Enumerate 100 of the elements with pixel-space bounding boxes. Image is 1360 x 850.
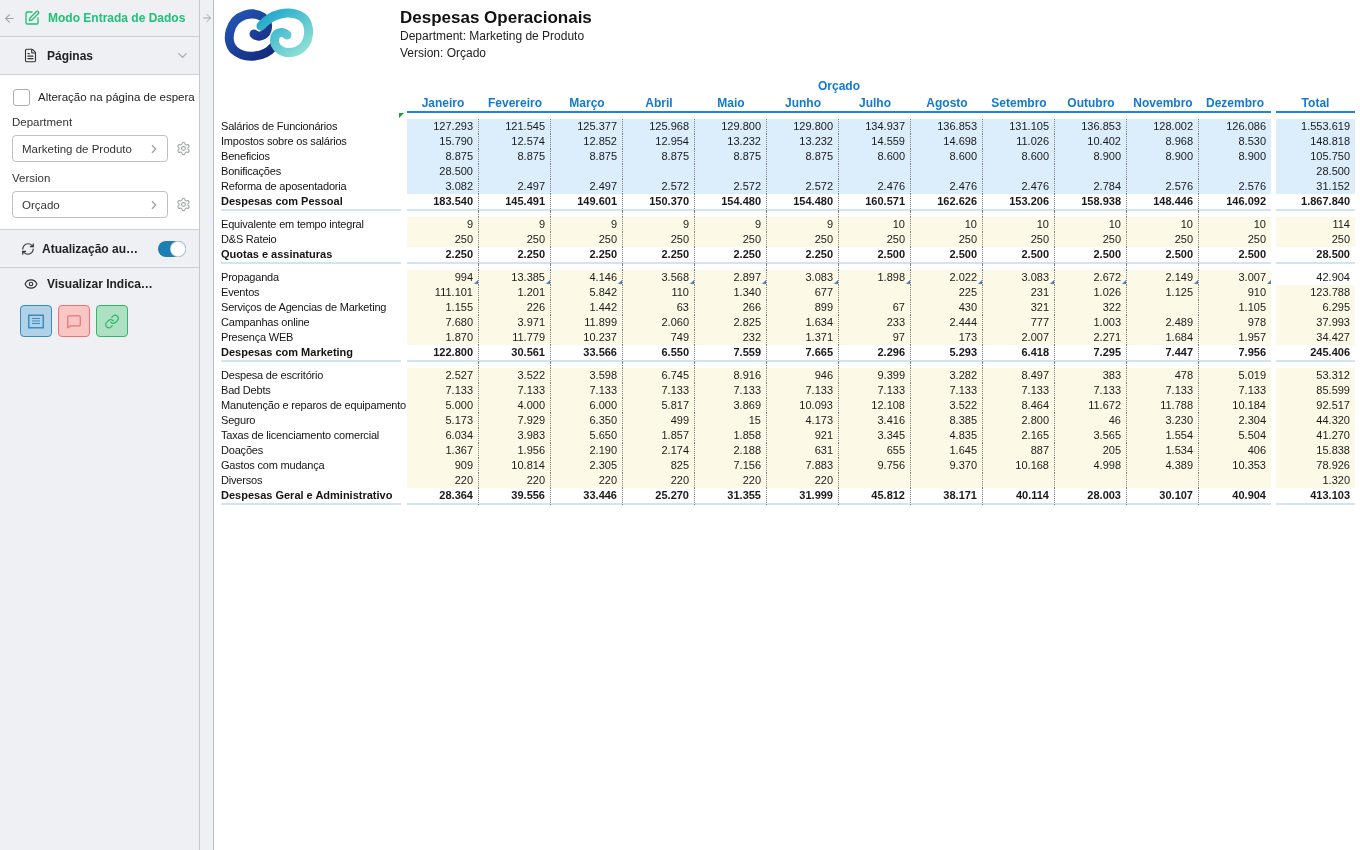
table-cell[interactable]: 9.399: [839, 368, 911, 383]
table-cell[interactable]: 4.389: [1127, 458, 1199, 473]
table-cell[interactable]: 887: [983, 443, 1055, 458]
table-cell[interactable]: 173: [911, 330, 983, 345]
table-cell[interactable]: 10: [983, 217, 1055, 232]
table-cell[interactable]: 3.007: [1199, 270, 1271, 285]
table-cell[interactable]: 129.800: [695, 119, 767, 134]
table-cell[interactable]: 9: [407, 217, 479, 232]
settings-icon[interactable]: [176, 141, 191, 156]
checkbox[interactable]: [13, 88, 30, 106]
table-cell[interactable]: 10.237: [551, 330, 623, 345]
table-cell[interactable]: 2.825: [695, 315, 767, 330]
table-cell[interactable]: 266: [695, 300, 767, 315]
table-cell[interactable]: 110: [623, 285, 695, 300]
table-cell[interactable]: 994: [407, 270, 479, 285]
table-cell[interactable]: 2.007: [983, 330, 1055, 345]
table-cell[interactable]: 2.304: [1199, 413, 1271, 428]
table-cell[interactable]: 125.377: [551, 119, 623, 134]
table-cell[interactable]: 1.125: [1127, 285, 1199, 300]
table-cell[interactable]: 250: [479, 232, 551, 247]
table-cell[interactable]: 3.416: [839, 413, 911, 428]
table-cell[interactable]: 2.572: [695, 179, 767, 194]
table-cell[interactable]: 1.858: [695, 428, 767, 443]
table-cell[interactable]: 10.814: [479, 458, 551, 473]
table-cell[interactable]: 131.105: [983, 119, 1055, 134]
table-cell[interactable]: 1.870: [407, 330, 479, 345]
table-cell[interactable]: 13.232: [767, 134, 839, 149]
table-cell[interactable]: 2.572: [623, 179, 695, 194]
table-cell[interactable]: 1.645: [911, 443, 983, 458]
table-cell[interactable]: 10: [1199, 217, 1271, 232]
table-cell[interactable]: 250: [767, 232, 839, 247]
table-cell[interactable]: 2.188: [695, 443, 767, 458]
table-cell[interactable]: 250: [911, 232, 983, 247]
table-cell[interactable]: 8.900: [1127, 149, 1199, 164]
table-cell[interactable]: 7.680: [407, 315, 479, 330]
table-cell[interactable]: 7.929: [479, 413, 551, 428]
table-cell[interactable]: 430: [911, 300, 983, 315]
table-cell[interactable]: 2.572: [767, 179, 839, 194]
table-cell[interactable]: 899: [767, 300, 839, 315]
table-cell[interactable]: 11.026: [983, 134, 1055, 149]
table-cell[interactable]: 7.133: [407, 383, 479, 398]
table-cell[interactable]: 3.282: [911, 368, 983, 383]
table-cell[interactable]: 11.788: [1127, 398, 1199, 413]
table-cell[interactable]: 12.108: [839, 398, 911, 413]
table-cell[interactable]: 1.026: [1055, 285, 1127, 300]
table-cell[interactable]: 12.574: [479, 134, 551, 149]
table-cell[interactable]: 250: [983, 232, 1055, 247]
table-cell[interactable]: 909: [407, 458, 479, 473]
table-cell[interactable]: 6.350: [551, 413, 623, 428]
table-cell[interactable]: 2.271: [1055, 330, 1127, 345]
table-cell[interactable]: 677: [767, 285, 839, 300]
table-cell[interactable]: 7.133: [623, 383, 695, 398]
table-cell[interactable]: 6.745: [623, 368, 695, 383]
table-cell[interactable]: 978: [1199, 315, 1271, 330]
table-cell[interactable]: 11.899: [551, 315, 623, 330]
table-cell[interactable]: 3.230: [1127, 413, 1199, 428]
settings-icon[interactable]: [176, 197, 191, 212]
table-cell[interactable]: 4.173: [767, 413, 839, 428]
table-cell[interactable]: 1.105: [1199, 300, 1271, 315]
table-cell[interactable]: 8.875: [407, 149, 479, 164]
table-cell[interactable]: 2.476: [839, 179, 911, 194]
table-cell[interactable]: 322: [1055, 300, 1127, 315]
table-cell[interactable]: 97: [839, 330, 911, 345]
table-cell[interactable]: 10.168: [983, 458, 1055, 473]
select-field[interactable]: Marketing de Produto: [12, 135, 168, 162]
table-cell[interactable]: 8.875: [623, 149, 695, 164]
table-cell[interactable]: 8.900: [1055, 149, 1127, 164]
indicator-button[interactable]: [58, 305, 90, 337]
table-cell[interactable]: 1.367: [407, 443, 479, 458]
table-cell[interactable]: 205: [1055, 443, 1127, 458]
table-cell[interactable]: 136.853: [911, 119, 983, 134]
table-cell[interactable]: 3.082: [407, 179, 479, 194]
table-cell[interactable]: 1.554: [1127, 428, 1199, 443]
indicator-button[interactable]: [20, 305, 52, 337]
table-cell[interactable]: 1.201: [479, 285, 551, 300]
table-cell[interactable]: 136.853: [1055, 119, 1127, 134]
table-cell[interactable]: 67: [839, 300, 911, 315]
toggle-switch[interactable]: [158, 240, 187, 257]
table-cell[interactable]: 28.500: [407, 164, 479, 179]
table-cell[interactable]: 7.133: [767, 383, 839, 398]
table-cell[interactable]: 7.133: [839, 383, 911, 398]
table-cell[interactable]: 2.190: [551, 443, 623, 458]
table-cell[interactable]: 1.898: [839, 270, 911, 285]
table-cell[interactable]: 8.385: [911, 413, 983, 428]
table-cell[interactable]: 7.883: [767, 458, 839, 473]
table-cell[interactable]: 7.133: [695, 383, 767, 398]
table-cell[interactable]: 9: [479, 217, 551, 232]
table-cell[interactable]: 1.684: [1127, 330, 1199, 345]
table-cell[interactable]: 946: [767, 368, 839, 383]
table-cell[interactable]: 655: [839, 443, 911, 458]
table-cell[interactable]: 406: [1199, 443, 1271, 458]
table-cell[interactable]: 9: [695, 217, 767, 232]
table-cell[interactable]: 220: [551, 473, 623, 488]
table-cell[interactable]: 1.534: [1127, 443, 1199, 458]
table-cell[interactable]: 3.083: [767, 270, 839, 285]
table-cell[interactable]: 2.527: [407, 368, 479, 383]
table-cell[interactable]: 1.155: [407, 300, 479, 315]
table-cell[interactable]: 128.002: [1127, 119, 1199, 134]
table-cell[interactable]: 2.149: [1127, 270, 1199, 285]
table-cell[interactable]: 321: [983, 300, 1055, 315]
